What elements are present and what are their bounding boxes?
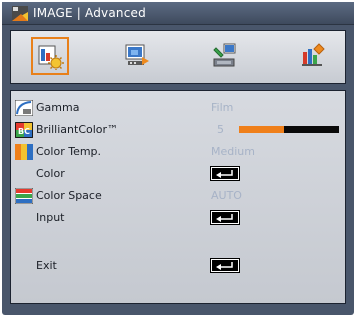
tab-options[interactable]	[295, 37, 333, 75]
color-enter-button[interactable]	[210, 166, 240, 181]
image-settings-icon	[38, 45, 64, 70]
brilliantcolor-slider-fill	[239, 126, 284, 133]
tab-setup[interactable]	[207, 37, 245, 75]
color-space-icon	[15, 188, 33, 204]
menu-item-color-space[interactable]: Color Space AUTO	[11, 185, 345, 207]
color-temp-value: Medium	[211, 145, 255, 158]
tab-image[interactable]	[31, 37, 69, 75]
svg-text:BC: BC	[18, 127, 30, 136]
color-space-value: AUTO	[211, 189, 242, 202]
brilliantcolor-slider[interactable]	[239, 126, 339, 133]
menu-item-gamma[interactable]: Gamma Film	[11, 97, 345, 119]
page-title: IMAGE | Advanced	[33, 6, 146, 20]
gamma-icon	[15, 100, 33, 116]
color-temp-label: Color Temp.	[36, 145, 102, 158]
tab-bar	[10, 30, 346, 84]
input-label: Input	[36, 211, 65, 224]
brilliantcolor-value: 5	[217, 123, 224, 136]
image-menu-icon	[12, 6, 28, 21]
enter-icon	[216, 214, 233, 222]
gamma-label: Gamma	[36, 101, 80, 114]
input-enter-button[interactable]	[210, 210, 240, 225]
setup-icon	[213, 43, 236, 67]
exit-enter-button[interactable]	[210, 258, 240, 273]
exit-label: Exit	[36, 259, 57, 272]
brilliantcolor-label: BrilliantColor™	[36, 123, 119, 136]
options-icon	[302, 43, 325, 66]
menu-item-brilliantcolor[interactable]: BC BrilliantColor™ 5	[11, 119, 345, 141]
osd-menu: IMAGE | Advanced Gamma Film BC Brilliant…	[2, 2, 354, 315]
menu-item-input[interactable]: Input	[11, 207, 345, 229]
brilliantcolor-icon: BC	[15, 122, 33, 138]
display-icon	[125, 44, 149, 65]
title-bar: IMAGE | Advanced	[2, 2, 354, 25]
gamma-value: Film	[211, 101, 234, 114]
color-label: Color	[36, 167, 65, 180]
menu-item-color-temp[interactable]: Color Temp. Medium	[11, 141, 345, 163]
menu-item-exit[interactable]: Exit	[11, 255, 345, 277]
enter-icon	[216, 262, 233, 270]
menu-item-color[interactable]: Color	[11, 163, 345, 185]
menu-panel: Gamma Film BC BrilliantColor™ 5 Color Te…	[10, 90, 346, 304]
color-space-label: Color Space	[36, 189, 102, 202]
color-temp-icon	[15, 144, 33, 160]
tab-display[interactable]	[119, 37, 157, 75]
enter-icon	[216, 170, 233, 178]
